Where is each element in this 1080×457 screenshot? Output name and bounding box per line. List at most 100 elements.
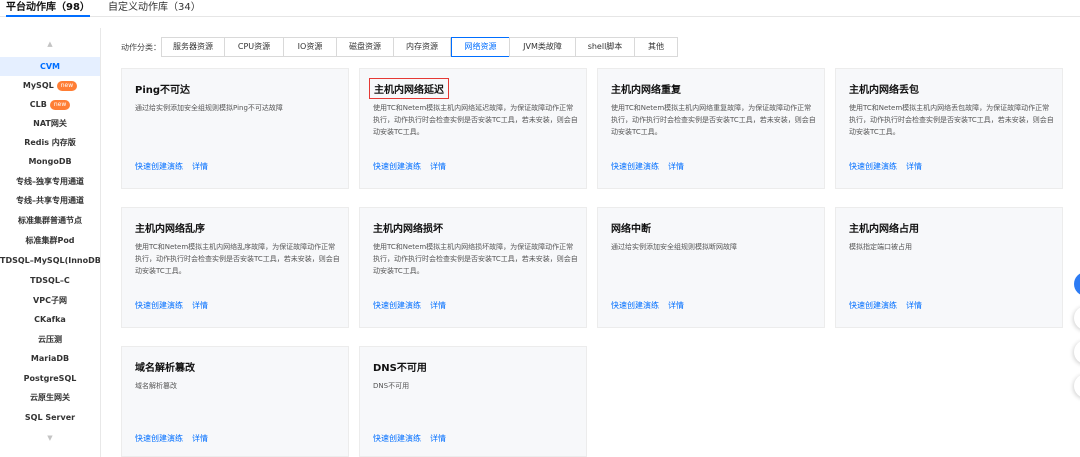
action-card: 主机内网络乱序 使用TC和Netem模拟主机内网络乱序故障，为保证故障动作正常执… — [121, 207, 349, 328]
filter-shell-script[interactable]: shell脚本 — [575, 37, 635, 57]
filter-server-resources[interactable]: 服务器资源 — [161, 37, 225, 57]
filter-other[interactable]: 其他 — [634, 37, 678, 57]
sidebar-item-label: 标准集群普通节点 — [18, 216, 82, 225]
details-link[interactable]: 详情 — [430, 434, 446, 443]
filter-network-resources[interactable]: 网络资源 — [451, 37, 510, 57]
sidebar-item-label: MySQL — [22, 81, 54, 90]
floating-help-button[interactable] — [1074, 272, 1080, 296]
sidebar-item-nat-gateway[interactable]: NAT网关 — [0, 114, 100, 133]
card-description: 模拟指定端口被占用 — [849, 243, 912, 251]
filter-disk-resources[interactable]: 磁盘资源 — [336, 37, 394, 57]
tab-platform-library[interactable]: 平台动作库（98） — [6, 2, 90, 17]
sidebar-item-shared-channel[interactable]: 专线–共享专用通道 — [0, 191, 100, 210]
sidebar-item-label: Redis 内存版 — [24, 138, 76, 147]
action-card: 主机内网络占用 模拟指定端口被占用 快速创建演练 详情 — [835, 207, 1063, 328]
filter-jvm-faults[interactable]: JVM类故障 — [509, 37, 576, 57]
card-title: 主机内网络延迟 — [369, 78, 449, 99]
resource-sidebar: ▲ CVM MySQL new CLB new NAT网关 Redis 内存版 Mo… — [0, 28, 101, 457]
card-actions: 快速创建演练 详情 — [135, 433, 208, 444]
quick-create-drill-link[interactable]: 快速创建演练 — [135, 162, 183, 171]
quick-create-drill-link[interactable]: 快速创建演练 — [611, 301, 659, 310]
sidebar-item-cvm[interactable]: CVM — [0, 57, 100, 76]
action-card: 网络中断 通过给实例添加安全组规则模拟断网故障 快速创建演练 详情 — [597, 207, 825, 328]
filter-io-resources[interactable]: IO资源 — [283, 37, 337, 57]
action-card: DNS不可用 DNS不可用 快速创建演练 详情 — [359, 346, 587, 457]
action-card: Ping不可达 通过给实例添加安全组规则模拟Ping不可达故障 快速创建演练 详情 — [121, 68, 349, 189]
details-link[interactable]: 详情 — [906, 301, 922, 310]
card-description: 域名解析篡改 — [135, 382, 177, 390]
sidebar-item-label: PostgreSQL — [23, 374, 77, 383]
card-actions: 快速创建演练 详情 — [373, 433, 446, 444]
details-link[interactable]: 详情 — [192, 301, 208, 310]
sidebar-item-label: 标准集群Pod — [25, 236, 75, 245]
sidebar-item-mysql[interactable]: MySQL new — [0, 76, 100, 95]
sidebar-item-cluster-node[interactable]: 标准集群普通节点 — [0, 211, 100, 230]
sidebar-item-vpc-subnet[interactable]: VPC子网 — [0, 291, 100, 310]
details-link[interactable]: 详情 — [192, 434, 208, 443]
quick-create-drill-link[interactable]: 快速创建演练 — [135, 434, 183, 443]
sidebar-item-postgresql[interactable]: PostgreSQL — [0, 369, 100, 388]
chevron-down-icon[interactable]: ▼ — [0, 434, 100, 442]
sidebar-item-label: MariaDB — [30, 354, 70, 363]
sidebar-item-label: TDSQL–MySQL(InnoDB) — [0, 256, 100, 265]
sidebar-item-cloud-native-gateway[interactable]: 云原生网关 — [0, 388, 100, 407]
sidebar-item-tdsql-c[interactable]: TDSQL–C — [0, 271, 100, 290]
quick-create-drill-link[interactable]: 快速创建演练 — [373, 162, 421, 171]
sidebar-item-mongodb[interactable]: MongoDB — [0, 152, 100, 171]
quick-create-drill-link[interactable]: 快速创建演练 — [849, 301, 897, 310]
card-title: Ping不可达 — [135, 85, 191, 96]
action-library-tabs: 平台动作库（98） 自定义动作库（34） — [0, 0, 1080, 17]
card-description: 使用TC和Netem模拟主机内网络丢包故障，为保证故障动作正常执行，动作执行时会… — [849, 104, 1054, 136]
sidebar-item-cluster-pod[interactable]: 标准集群Pod — [0, 231, 100, 250]
sidebar-item-label: CVM — [39, 62, 61, 71]
floating-tool-button[interactable] — [1074, 340, 1080, 364]
card-description: 使用TC和Netem模拟主机内网络乱序故障，为保证故障动作正常执行，动作执行时会… — [135, 243, 340, 275]
tab-custom-library[interactable]: 自定义动作库（34） — [108, 2, 201, 14]
sidebar-item-load-test[interactable]: 云压测 — [0, 330, 100, 349]
chevron-up-icon[interactable]: ▲ — [0, 40, 100, 48]
sidebar-item-label: 专线–独享专用通道 — [16, 177, 84, 186]
action-card: 域名解析篡改 域名解析篡改 快速创建演练 详情 — [121, 346, 349, 457]
filter-memory-resources[interactable]: 内存资源 — [393, 37, 451, 57]
details-link[interactable]: 详情 — [668, 301, 684, 310]
sidebar-item-label: 专线–共享专用通道 — [16, 196, 84, 205]
card-title: 主机内网络丢包 — [849, 85, 919, 96]
card-actions: 快速创建演练 详情 — [135, 300, 208, 311]
card-actions: 快速创建演练 详情 — [849, 161, 922, 172]
card-description: DNS不可用 — [373, 382, 410, 390]
sidebar-item-mariadb[interactable]: MariaDB — [0, 349, 100, 368]
card-actions: 快速创建演练 详情 — [611, 300, 684, 311]
sidebar-item-ckafka[interactable]: CKafka — [0, 310, 100, 329]
sidebar-item-label: 云原生网关 — [30, 393, 70, 402]
card-description: 使用TC和Netem模拟主机内网络损坏故障，为保证故障动作正常执行，动作执行时会… — [373, 243, 578, 275]
sidebar-item-label: TDSQL–C — [30, 276, 70, 285]
floating-tool-button[interactable] — [1074, 306, 1080, 330]
card-actions: 快速创建演练 详情 — [373, 300, 446, 311]
card-description: 使用TC和Netem模拟主机内网络延迟故障，为保证故障动作正常执行，动作执行时会… — [373, 104, 578, 136]
quick-create-drill-link[interactable]: 快速创建演练 — [611, 162, 659, 171]
sidebar-item-label: 云压测 — [38, 335, 62, 344]
quick-create-drill-link[interactable]: 快速创建演练 — [373, 301, 421, 310]
sidebar-item-tdsql-mysql[interactable]: TDSQL–MySQL(InnoDB) — [0, 251, 100, 270]
details-link[interactable]: 详情 — [430, 162, 446, 171]
details-link[interactable]: 详情 — [906, 162, 922, 171]
details-link[interactable]: 详情 — [192, 162, 208, 171]
sidebar-item-dedicated-channel[interactable]: 专线–独享专用通道 — [0, 172, 100, 191]
card-description: 通过给实例添加安全组规则模拟Ping不可达故障 — [135, 104, 283, 112]
card-title: 主机内网络占用 — [849, 224, 919, 235]
card-title: 主机内网络损坏 — [373, 224, 443, 235]
card-actions: 快速创建演练 详情 — [135, 161, 208, 172]
sidebar-item-redis[interactable]: Redis 内存版 — [0, 133, 100, 152]
card-actions: 快速创建演练 详情 — [849, 300, 922, 311]
filter-cpu-resources[interactable]: CPU资源 — [224, 37, 284, 57]
card-title: 网络中断 — [611, 224, 651, 235]
quick-create-drill-link[interactable]: 快速创建演练 — [135, 301, 183, 310]
quick-create-drill-link[interactable]: 快速创建演练 — [373, 434, 421, 443]
details-link[interactable]: 详情 — [430, 301, 446, 310]
quick-create-drill-link[interactable]: 快速创建演练 — [849, 162, 897, 171]
details-link[interactable]: 详情 — [668, 162, 684, 171]
sidebar-item-sql-server[interactable]: SQL Server — [0, 408, 100, 427]
sidebar-item-label: NAT网关 — [33, 119, 67, 128]
sidebar-item-clb[interactable]: CLB new — [0, 95, 100, 114]
floating-tool-button[interactable] — [1074, 374, 1080, 398]
